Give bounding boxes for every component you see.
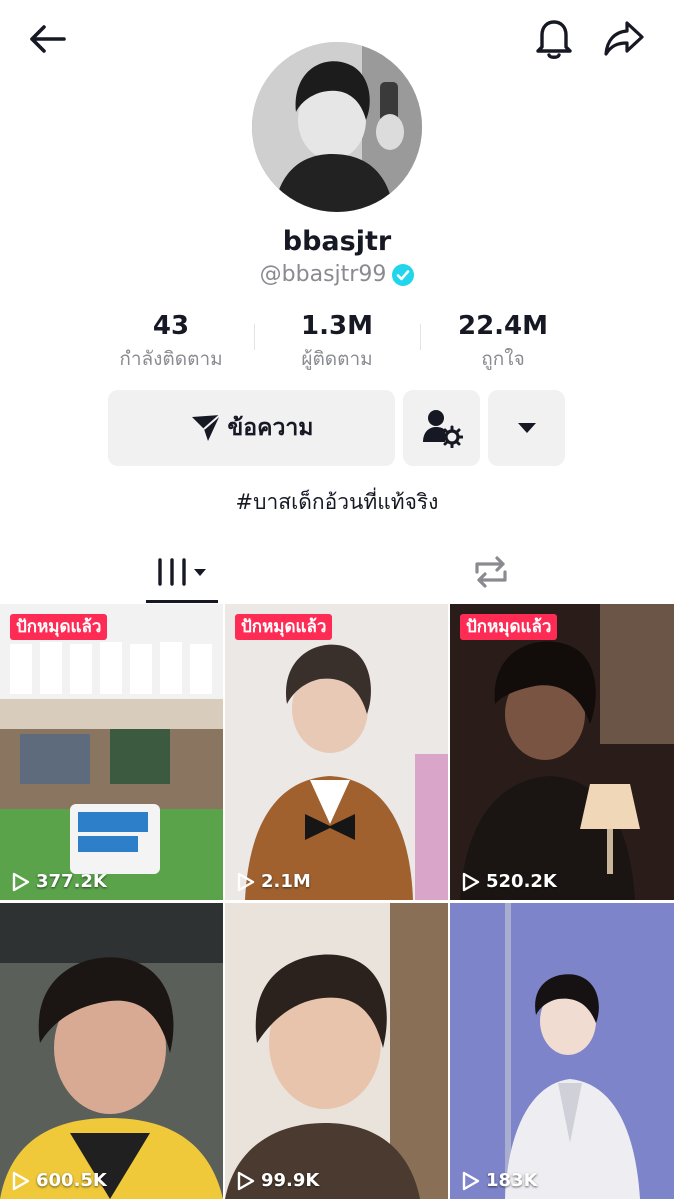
view-count-text: 377.2K (36, 871, 107, 892)
video-tile[interactable]: 183K (450, 903, 674, 1199)
stat-following[interactable]: 43 กำลังติดตาม (88, 306, 254, 376)
play-icon (12, 1171, 30, 1190)
pinned-badge: ปักหมุดแล้ว (10, 614, 108, 640)
stat-value: 43 (152, 311, 190, 341)
message-button[interactable]: ข้อความ (108, 390, 395, 466)
video-thumbnail (450, 604, 674, 900)
video-tile[interactable]: ปักหมุดแล้ว 2.1M (225, 604, 448, 900)
grid-videos-icon (158, 558, 206, 586)
video-thumbnail (450, 903, 674, 1199)
tab-reposts[interactable] (455, 540, 527, 604)
video-tile[interactable]: ปักหมุดแล้ว 377.2K (0, 604, 223, 900)
video-thumbnail (0, 604, 223, 900)
caret-down-icon (517, 423, 536, 433)
avatar-photo (252, 42, 422, 212)
active-tab-indicator (146, 600, 218, 603)
play-icon (462, 1171, 480, 1190)
view-count: 99.9K (235, 1170, 319, 1191)
profile-handle: @bbasjtr99 (259, 262, 387, 287)
view-count: 600.5K (10, 1170, 107, 1191)
profile-username: bbasjtr (282, 226, 392, 257)
bell-icon (536, 20, 572, 59)
view-count: 377.2K (10, 871, 107, 892)
friend-settings-button[interactable] (403, 390, 480, 466)
share-button[interactable] (598, 14, 650, 62)
view-count-text: 600.5K (36, 1170, 107, 1191)
pinned-badge: ปักหมุดแล้ว (235, 614, 333, 640)
handle-row: @bbasjtr99 (0, 262, 674, 287)
stat-value: 22.4M (457, 311, 549, 341)
view-count-text: 2.1M (261, 871, 311, 892)
view-count-text: 520.2K (486, 871, 557, 892)
send-paper-plane-icon (191, 414, 221, 441)
video-tile[interactable]: 600.5K (0, 903, 223, 1199)
video-tile[interactable]: ปักหมุดแล้ว 520.2K (450, 604, 674, 900)
notifications-button[interactable] (528, 14, 580, 62)
view-count: 2.1M (235, 871, 311, 892)
repost-icon (475, 556, 507, 588)
video-grid: ปักหมุดแล้ว 377.2K ปักหมุดแล้ว 2.1M ปักห… (0, 604, 674, 1200)
content-tabs (0, 540, 674, 604)
profile-avatar[interactable] (252, 42, 422, 212)
pinned-badge: ปักหมุดแล้ว (460, 614, 558, 640)
back-button[interactable] (22, 18, 70, 60)
profile-bio[interactable]: #บาสเด็กอ้วนที่แท้จริง (0, 486, 674, 519)
view-count: 520.2K (460, 871, 557, 892)
arrow-left-icon (30, 25, 66, 53)
video-tile[interactable]: 99.9K (225, 903, 448, 1199)
play-icon (237, 1171, 255, 1190)
share-arrow-icon (604, 21, 644, 56)
message-button-label: ข้อความ (227, 415, 314, 441)
stat-label: ผู้ติดตาม (301, 348, 373, 370)
play-icon (237, 872, 255, 891)
video-thumbnail (0, 903, 223, 1199)
stat-value: 1.3M (301, 311, 373, 341)
user-settings-icon (422, 410, 463, 448)
play-icon (12, 872, 30, 891)
stat-label: กำลังติดตาม (119, 348, 223, 370)
tab-videos[interactable] (146, 540, 218, 604)
view-count-text: 99.9K (261, 1170, 320, 1191)
stat-followers[interactable]: 1.3M ผู้ติดตาม (254, 306, 420, 376)
video-thumbnail (225, 903, 448, 1199)
verified-badge-icon (392, 263, 415, 286)
more-dropdown-button[interactable] (488, 390, 565, 466)
stat-label: ถูกใจ (481, 348, 525, 370)
view-count-text: 183K (486, 1170, 538, 1191)
profile-stats: 43 กำลังติดตาม 1.3M ผู้ติดตาม 22.4M ถูกใ… (88, 306, 586, 376)
video-thumbnail (225, 604, 448, 900)
view-count: 183K (460, 1170, 538, 1191)
stat-likes[interactable]: 22.4M ถูกใจ (420, 306, 586, 376)
play-icon (462, 872, 480, 891)
